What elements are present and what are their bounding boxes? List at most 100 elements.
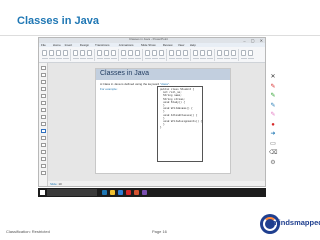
ribbon-tool-label-line: [104, 58, 110, 59]
ribbon-tool-icon[interactable]: [97, 50, 102, 56]
ribbon-tool-label-line: [231, 58, 237, 59]
ribbon-tool-icon[interactable]: [128, 50, 133, 56]
ribbon-tool-icon[interactable]: [63, 50, 68, 56]
slide-thumbnail[interactable]: [41, 94, 46, 98]
ribbon-tool-icon[interactable]: [111, 50, 116, 56]
slide-title: Classes in Java: [17, 15, 99, 27]
ribbon-tool-icon[interactable]: [176, 50, 181, 56]
ide-icon[interactable]: [142, 190, 147, 195]
ribbon-tool-icon[interactable]: [73, 50, 78, 56]
slide-thumbnail[interactable]: [41, 122, 46, 126]
powerpoint-icon[interactable]: [134, 190, 139, 195]
slide-page[interactable]: Classes in Java A Class in Java is defin…: [95, 68, 231, 174]
marker-icon[interactable]: ✎: [269, 102, 277, 110]
ribbon-tool-icon[interactable]: [207, 50, 212, 56]
slide-thumbnail[interactable]: [41, 150, 46, 154]
ribbon-tool-label-line: [224, 58, 230, 59]
ribbon-tool-label-line: [169, 58, 175, 59]
ribbon-tool-icon[interactable]: [145, 50, 150, 56]
arrow-icon[interactable]: ➜: [269, 130, 277, 138]
ribbon-tool-label-line: [159, 58, 165, 59]
ribbon-tool-icon[interactable]: [248, 50, 253, 56]
edge-icon[interactable]: [102, 190, 107, 195]
slide-thumbnail[interactable]: [41, 164, 46, 168]
slide-thumbnail[interactable]: [41, 101, 46, 105]
ribbon-tool-label-line: [73, 58, 79, 59]
settings-icon[interactable]: ⚙: [269, 159, 277, 167]
ribbon-tool-icon[interactable]: [159, 50, 164, 56]
taskbar-search[interactable]: [47, 189, 97, 196]
ribbon-separator: [118, 49, 119, 61]
clear-icon[interactable]: ⌫: [269, 149, 277, 157]
ribbon-separator: [142, 49, 143, 61]
ribbon-tool-label-line: [121, 58, 127, 59]
ribbon-tool-icon[interactable]: [135, 50, 140, 56]
ribbon-tool-icon[interactable]: [217, 50, 222, 56]
ribbon-tool-icon[interactable]: [193, 50, 198, 56]
ribbon-tool-label-line: [200, 58, 206, 59]
ribbon-tool-label-line: [152, 58, 158, 59]
ribbon-tool-icon[interactable]: [56, 50, 61, 56]
slide-thumbnail[interactable]: [41, 80, 46, 84]
powerpoint-window[interactable]: Classes in Java - PowerPoint – ▢ ✕ File H…: [38, 37, 266, 187]
footer-classification: Classification: Restricted: [6, 229, 50, 234]
close-icon[interactable]: ✕: [269, 73, 277, 81]
slide-thumbnail[interactable]: [41, 129, 46, 133]
example-label: For example:: [100, 87, 118, 91]
slide-thumbnail[interactable]: [41, 143, 46, 147]
slide-number: Slide: 10: [50, 182, 62, 186]
ribbon-tool-label-line: [207, 58, 213, 59]
ribbon-separator: [190, 49, 191, 61]
slide-thumbnail[interactable]: [41, 87, 46, 91]
ribbon-tool-icon[interactable]: [224, 50, 229, 56]
ribbon-tool-icon[interactable]: [241, 50, 246, 56]
ribbon-tool-icon[interactable]: [152, 50, 157, 56]
ribbon-separator: [94, 49, 95, 61]
slide-thumbnail[interactable]: [41, 157, 46, 161]
brush-icon[interactable]: ✎: [269, 111, 277, 119]
slide-number-value: 10: [58, 182, 62, 186]
ribbon-tool-label-line: [241, 58, 247, 59]
ribbon-separator: [214, 49, 215, 61]
ribbon-tool-label-line: [63, 58, 69, 59]
store-icon[interactable]: [118, 190, 123, 195]
pen-icon[interactable]: ✎: [269, 83, 277, 91]
ribbon-tool-label-line: [80, 58, 86, 59]
slide-thumbnail[interactable]: [41, 66, 46, 70]
start-icon[interactable]: [40, 190, 45, 195]
ribbon-tool-icon[interactable]: [42, 50, 47, 56]
ribbon-tool-icon[interactable]: [231, 50, 236, 56]
slide-thumbnail[interactable]: [41, 115, 46, 119]
slide-thumbnail[interactable]: [41, 73, 46, 77]
ribbon-tool-label-line: [128, 58, 134, 59]
mindsmapped-logo: mindsmapped: [260, 214, 320, 234]
ribbon-tool-icon[interactable]: [121, 50, 126, 56]
ribbon-tool-icon[interactable]: [49, 50, 54, 56]
chrome-icon[interactable]: [126, 190, 131, 195]
slide-thumbnail[interactable]: [41, 108, 46, 112]
ribbon-tool-icon[interactable]: [200, 50, 205, 56]
ribbon-tool-icon[interactable]: [80, 50, 85, 56]
ribbon-tool-icon[interactable]: [104, 50, 109, 56]
ribbon-tool-icon[interactable]: [87, 50, 92, 56]
ribbon: [39, 47, 265, 63]
highlighter-icon[interactable]: ✎: [269, 92, 277, 100]
thumbnail-pane[interactable]: [39, 63, 48, 186]
eraser-icon[interactable]: ▭: [269, 140, 277, 148]
taskbar: [38, 188, 266, 197]
slide-canvas[interactable]: Classes in Java A Class in Java is defin…: [48, 63, 265, 186]
intro-text: A Class in Java is defined using the key…: [100, 82, 160, 86]
ribbon-tool-icon[interactable]: [183, 50, 188, 56]
ribbon-tool-label-line: [49, 58, 55, 59]
laser-icon[interactable]: ●: [269, 121, 277, 129]
slide-thumbnail[interactable]: [41, 136, 46, 140]
code-line: void AttendClasses() {: [160, 113, 198, 117]
code-line: }: [160, 126, 162, 130]
footer-page-number: Page 16: [152, 229, 167, 234]
ribbon-tool-icon[interactable]: [169, 50, 174, 56]
ribbon-tool-label-line: [193, 58, 199, 59]
ribbon-tool-label-line: [183, 58, 189, 59]
ribbon-separator: [238, 49, 239, 61]
slide-thumbnail[interactable]: [41, 171, 46, 175]
folder-icon[interactable]: [110, 190, 115, 195]
